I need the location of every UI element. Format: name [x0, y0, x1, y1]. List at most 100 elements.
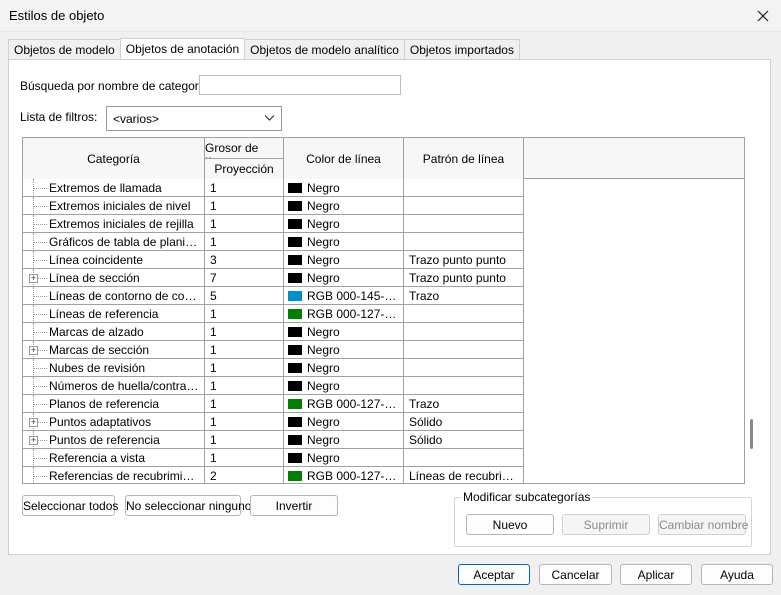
- table-row[interactable]: Marcas de alzado 1 Negro: [23, 323, 744, 341]
- category-cell[interactable]: + Puntos de referencia: [23, 431, 205, 449]
- line-color-cell[interactable]: Negro: [284, 449, 404, 467]
- category-cell[interactable]: Extremos de llamada: [23, 179, 205, 197]
- projection-weight-cell[interactable]: 1: [205, 377, 284, 395]
- projection-weight-cell[interactable]: 1: [205, 395, 284, 413]
- category-cell[interactable]: Línea coincidente: [23, 251, 205, 269]
- line-color-cell[interactable]: Negro: [284, 359, 404, 377]
- expand-plus-icon[interactable]: +: [29, 346, 38, 355]
- table-row[interactable]: Líneas de referencia 1 RGB 000-127-000: [23, 305, 744, 323]
- projection-weight-cell[interactable]: 1: [205, 341, 284, 359]
- projection-weight-cell[interactable]: 7: [205, 269, 284, 287]
- scrollbar-thumb[interactable]: [750, 419, 753, 449]
- line-color-cell[interactable]: Negro: [284, 197, 404, 215]
- line-color-cell[interactable]: Negro: [284, 269, 404, 287]
- close-button[interactable]: [745, 0, 781, 32]
- line-pattern-cell[interactable]: [404, 233, 524, 251]
- line-pattern-cell[interactable]: Trazo: [404, 395, 524, 413]
- tab-imported-objects[interactable]: Objetos importados: [403, 39, 520, 59]
- line-color-cell[interactable]: RGB 000-127-000: [284, 467, 404, 483]
- category-search-input[interactable]: [199, 75, 401, 95]
- category-cell[interactable]: Nubes de revisión: [23, 359, 205, 377]
- category-cell[interactable]: Números de huella/contrahuella: [23, 377, 205, 395]
- line-pattern-cell[interactable]: [404, 215, 524, 233]
- category-cell[interactable]: Extremos iniciales de nivel: [23, 197, 205, 215]
- vertical-scrollbar[interactable]: [745, 137, 759, 484]
- header-category[interactable]: Categoría: [23, 138, 205, 179]
- line-pattern-cell[interactable]: Trazo punto punto: [404, 269, 524, 287]
- header-line-color[interactable]: Color de línea: [284, 138, 404, 179]
- new-subcategory-button[interactable]: Nuevo: [466, 514, 554, 535]
- table-row[interactable]: Extremos iniciales de rejilla 1 Negro: [23, 215, 744, 233]
- category-cell[interactable]: Líneas de contorno de contención: [23, 287, 205, 305]
- line-color-cell[interactable]: Negro: [284, 377, 404, 395]
- rename-subcategory-button[interactable]: Cambiar nombre: [658, 514, 748, 535]
- line-pattern-cell[interactable]: Trazo: [404, 287, 524, 305]
- line-pattern-cell[interactable]: [404, 359, 524, 377]
- table-row[interactable]: Números de huella/contrahuella 1 Negro: [23, 377, 744, 395]
- projection-weight-cell[interactable]: 1: [205, 359, 284, 377]
- line-pattern-cell[interactable]: [404, 377, 524, 395]
- line-color-cell[interactable]: RGB 000-145-201: [284, 287, 404, 305]
- line-pattern-cell[interactable]: [404, 449, 524, 467]
- table-row[interactable]: + Línea de sección 7 Negro Trazo punto punto: [23, 269, 744, 287]
- line-pattern-cell[interactable]: [404, 305, 524, 323]
- invert-button[interactable]: Invertir: [250, 495, 338, 516]
- line-color-cell[interactable]: RGB 000-127-000: [284, 305, 404, 323]
- line-pattern-cell[interactable]: [404, 197, 524, 215]
- table-row[interactable]: Extremos iniciales de nivel 1 Negro: [23, 197, 744, 215]
- filter-list-dropdown[interactable]: <varios>: [106, 106, 282, 131]
- line-pattern-cell[interactable]: [404, 179, 524, 197]
- expand-plus-icon[interactable]: +: [29, 274, 38, 283]
- line-color-cell[interactable]: Negro: [284, 431, 404, 449]
- expand-plus-icon[interactable]: +: [29, 418, 38, 427]
- projection-weight-cell[interactable]: 1: [205, 305, 284, 323]
- projection-weight-cell[interactable]: 1: [205, 215, 284, 233]
- tab-annotation-objects[interactable]: Objetos de anotación: [119, 38, 246, 59]
- apply-button[interactable]: Aplicar: [620, 564, 692, 585]
- header-projection[interactable]: Proyección: [205, 159, 284, 179]
- category-cell[interactable]: Líneas de referencia: [23, 305, 205, 323]
- category-cell[interactable]: Extremos iniciales de rejilla: [23, 215, 205, 233]
- projection-weight-cell[interactable]: 1: [205, 431, 284, 449]
- category-cell[interactable]: Marcas de alzado: [23, 323, 205, 341]
- table-row[interactable]: Planos de referencia 1 RGB 000-127-000 Traz…: [23, 395, 744, 413]
- category-cell[interactable]: + Puntos adaptativos: [23, 413, 205, 431]
- line-pattern-cell[interactable]: Trazo punto punto: [404, 251, 524, 269]
- line-color-cell[interactable]: Negro: [284, 215, 404, 233]
- projection-weight-cell[interactable]: 2: [205, 467, 284, 483]
- line-color-cell[interactable]: Negro: [284, 233, 404, 251]
- projection-weight-cell[interactable]: 1: [205, 233, 284, 251]
- table-row[interactable]: Gráficos de tabla de planificación1 Negro: [23, 233, 744, 251]
- projection-weight-cell[interactable]: 1: [205, 449, 284, 467]
- line-color-cell[interactable]: Negro: [284, 251, 404, 269]
- category-cell[interactable]: Referencias de recubrimiento: [23, 467, 205, 483]
- projection-weight-cell[interactable]: 3: [205, 251, 284, 269]
- table-row[interactable]: + Marcas de sección 1 Negro: [23, 341, 744, 359]
- projection-weight-cell[interactable]: 1: [205, 413, 284, 431]
- table-row[interactable]: Línea coincidente 3 Negro Trazo punto punto: [23, 251, 744, 269]
- tab-analytical-model-objects[interactable]: Objetos de modelo analítico: [244, 39, 405, 59]
- delete-subcategory-button[interactable]: Suprimir: [562, 514, 650, 535]
- projection-weight-cell[interactable]: 5: [205, 287, 284, 305]
- projection-weight-cell[interactable]: 1: [205, 323, 284, 341]
- line-color-cell[interactable]: Negro: [284, 413, 404, 431]
- line-pattern-cell[interactable]: [404, 323, 524, 341]
- tab-model-objects[interactable]: Objetos de modelo: [8, 39, 121, 59]
- table-row[interactable]: Líneas de contorno de contención5 RGB 000…: [23, 287, 744, 305]
- line-color-cell[interactable]: RGB 000-127-000: [284, 395, 404, 413]
- select-all-button[interactable]: Seleccionar todos: [22, 495, 118, 516]
- select-none-button[interactable]: No seleccionar ninguno: [125, 495, 251, 516]
- projection-weight-cell[interactable]: 1: [205, 197, 284, 215]
- line-pattern-cell[interactable]: Sólido: [404, 431, 524, 449]
- header-line-pattern[interactable]: Patrón de línea: [404, 138, 524, 179]
- table-row[interactable]: Referencias de recubrimiento 2 RGB 000-127…: [23, 467, 744, 483]
- ok-button[interactable]: Aceptar: [458, 564, 530, 585]
- table-row[interactable]: Nubes de revisión 1 Negro: [23, 359, 744, 377]
- table-row[interactable]: Extremos de llamada 1 Negro: [23, 179, 744, 197]
- line-color-cell[interactable]: Negro: [284, 341, 404, 359]
- category-cell[interactable]: + Línea de sección: [23, 269, 205, 287]
- table-row[interactable]: + Puntos de referencia 1 Negro Sólido: [23, 431, 744, 449]
- expand-plus-icon[interactable]: +: [29, 436, 38, 445]
- category-cell[interactable]: Referencia a vista: [23, 449, 205, 467]
- table-row[interactable]: Referencia a vista 1 Negro: [23, 449, 744, 467]
